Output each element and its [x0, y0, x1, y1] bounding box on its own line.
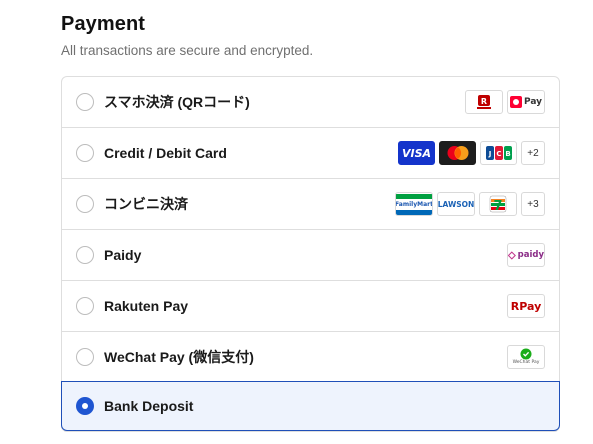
- radio-button[interactable]: [76, 144, 94, 162]
- option-label: Credit / Debit Card: [104, 145, 227, 161]
- rakuten-pay-icon: R Pay: [507, 294, 545, 318]
- radio-button[interactable]: [76, 348, 94, 366]
- page-title: Payment: [61, 13, 146, 35]
- option-logos: R Pay: [507, 294, 545, 318]
- payment-option-card[interactable]: Credit / Debit Card VISA J C B +2: [62, 127, 559, 178]
- page-subtitle: All transactions are secure and encrypte…: [61, 43, 314, 58]
- option-logos: R Pay: [465, 90, 545, 114]
- radio-button[interactable]: [76, 297, 94, 315]
- paidy-text: paidy: [517, 250, 544, 260]
- option-logos: VISA J C B +2: [398, 141, 545, 165]
- radio-button-selected[interactable]: [76, 397, 94, 415]
- option-label: スマホ決済 (QRコード): [104, 94, 250, 110]
- paypay-text: Pay: [523, 97, 543, 107]
- paidy-icon: paidy: [507, 243, 545, 267]
- option-logos: paidy: [507, 243, 545, 267]
- paypay-icon: Pay: [507, 90, 545, 114]
- option-logos: FamilyMart LAWSON 7 +3: [395, 192, 545, 216]
- svg-text:C: C: [496, 150, 501, 158]
- payment-option-bank-deposit[interactable]: Bank Deposit: [61, 381, 560, 431]
- radio-button[interactable]: [76, 246, 94, 264]
- more-konbini-badge: +3: [521, 192, 545, 216]
- radio-button[interactable]: [76, 195, 94, 213]
- mastercard-icon: [439, 141, 476, 165]
- rakuten-pay-app-icon: R: [465, 90, 503, 114]
- option-label: Rakuten Pay: [104, 298, 189, 314]
- jcb-icon: J C B: [480, 141, 517, 165]
- visa-text: VISA: [401, 146, 432, 160]
- payment-option-konbini[interactable]: コンビニ決済 FamilyMart LAWSON 7 +3: [62, 178, 559, 229]
- lawson-text: LAWSON: [437, 199, 475, 209]
- visa-icon: VISA: [398, 141, 435, 165]
- lawson-icon: LAWSON: [437, 192, 475, 216]
- seven-text: 7: [493, 199, 502, 213]
- payment-option-wechat-pay[interactable]: WeChat Pay (微信支付) WeChat Pay: [62, 331, 559, 382]
- svg-text:B: B: [505, 150, 510, 158]
- svg-text:J: J: [487, 150, 491, 158]
- wechat-pay-text: WeChat Pay: [512, 360, 540, 365]
- svg-text:R: R: [481, 97, 487, 106]
- familymart-text: FamilyMart: [395, 200, 433, 208]
- option-label: Bank Deposit: [104, 398, 194, 414]
- option-label: Paidy: [104, 247, 142, 263]
- option-label: コンビニ決済: [104, 196, 188, 212]
- rakuten-pay-text: Pay: [519, 299, 542, 313]
- more-cards-badge: +2: [521, 141, 545, 165]
- payment-option-qr[interactable]: スマホ決済 (QRコード) R Pay: [62, 77, 559, 127]
- option-label: WeChat Pay (微信支付): [104, 349, 254, 365]
- payment-option-paidy[interactable]: Paidy paidy: [62, 229, 559, 280]
- seven-eleven-icon: 7: [479, 192, 517, 216]
- wechat-pay-icon: WeChat Pay: [507, 345, 545, 369]
- option-logos: WeChat Pay: [507, 345, 545, 369]
- payment-options-list: スマホ決済 (QRコード) R Pay Credit / Debit Card …: [61, 76, 560, 432]
- radio-button[interactable]: [76, 93, 94, 111]
- familymart-icon: FamilyMart: [395, 192, 433, 216]
- payment-option-rakuten-pay[interactable]: Rakuten Pay R Pay: [62, 280, 559, 331]
